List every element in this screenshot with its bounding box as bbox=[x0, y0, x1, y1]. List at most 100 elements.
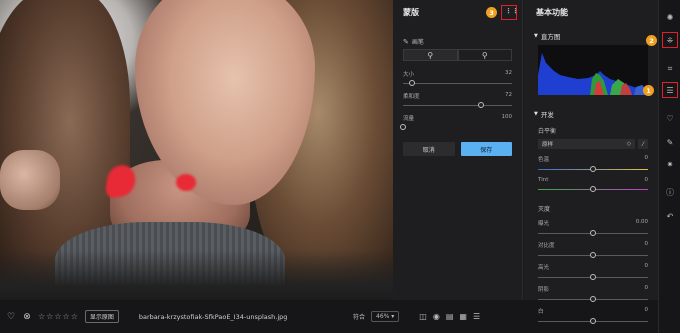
histogram bbox=[538, 45, 648, 95]
flow-slider[interactable]: 流量 100 bbox=[393, 114, 522, 130]
brush-erase-button[interactable]: ⚲ bbox=[457, 49, 512, 61]
mask-panel-title: 蒙版 bbox=[403, 8, 419, 17]
slider-label: 流量 bbox=[403, 116, 415, 122]
slider-value: 0 bbox=[644, 263, 649, 269]
exposure-slider[interactable]: 曝光 0.00 bbox=[524, 219, 658, 236]
white-balance-select[interactable]: 原样 ◇ bbox=[538, 139, 635, 149]
filmstrip-icon[interactable]: ▤ bbox=[446, 312, 454, 321]
photo-canvas[interactable] bbox=[0, 0, 393, 300]
slider-knob[interactable] bbox=[590, 186, 596, 192]
slider-track[interactable] bbox=[538, 166, 648, 172]
save-button[interactable]: 保存 bbox=[460, 142, 512, 156]
crop-icon[interactable]: ⌗ bbox=[664, 63, 676, 75]
slider-label: 高光 bbox=[538, 265, 550, 271]
basic-panel-header: 基本功能 bbox=[524, 0, 658, 25]
show-original-button[interactable]: 显示原图 bbox=[84, 310, 119, 323]
mask-overlay-spot bbox=[106, 180, 120, 198]
callout-2: 2 bbox=[646, 35, 657, 46]
effects-icon[interactable]: ✷ bbox=[664, 158, 676, 170]
bottom-bar: ♡ ⊗ ☆☆☆☆☆ 显示原图 barbara-krzystofiak-SfkPa… bbox=[0, 300, 393, 333]
mask-grid-icon[interactable]: ⋮⋮ bbox=[505, 7, 519, 15]
slider-label: 阴影 bbox=[538, 287, 550, 293]
slider-track[interactable] bbox=[403, 80, 512, 86]
brush-label: 画笔 bbox=[411, 39, 424, 46]
slider-label: 曝光 bbox=[538, 221, 550, 227]
brush-mode-toggle: ⚲ ⚲ bbox=[403, 49, 512, 61]
histogram-section-header[interactable]: ▼ 直方图 bbox=[524, 31, 658, 41]
size-slider[interactable]: 大小 32 bbox=[393, 70, 522, 86]
mask-grid-icon[interactable]: ⁜ bbox=[664, 34, 676, 46]
slider-knob[interactable] bbox=[478, 102, 485, 108]
temperature-slider[interactable]: 色温 0 bbox=[524, 155, 658, 172]
slider-label: 柔和度 bbox=[403, 94, 420, 100]
slider-label: Tint bbox=[538, 177, 549, 183]
eyedropper-icon[interactable]: ⁄ bbox=[638, 139, 648, 149]
contrast-slider[interactable]: 对比度 0 bbox=[524, 241, 658, 258]
star-badge-icon[interactable]: ✺ bbox=[664, 11, 676, 23]
chevron-updown-icon: ◇ bbox=[626, 141, 631, 147]
callout-1: 1 bbox=[643, 85, 654, 96]
slider-track[interactable] bbox=[538, 296, 648, 302]
develop-label: 开发 bbox=[540, 111, 554, 119]
histogram-label: 直方图 bbox=[540, 33, 561, 41]
slider-track[interactable] bbox=[538, 252, 648, 258]
slider-value: 32 bbox=[505, 70, 512, 76]
file-name: barbara-krzystofiak-SfkPaoE_I34-unsplash… bbox=[138, 312, 288, 321]
slider-knob[interactable] bbox=[590, 274, 596, 280]
split-view-icon[interactable]: ◫ bbox=[419, 312, 427, 321]
tint-slider[interactable]: Tint 0 bbox=[524, 177, 658, 192]
slider-knob[interactable] bbox=[590, 318, 596, 324]
slider-knob[interactable] bbox=[590, 166, 596, 172]
slider-track[interactable] bbox=[538, 186, 648, 192]
collapse-arrow-icon: ▼ bbox=[534, 33, 538, 39]
slider-track[interactable] bbox=[538, 274, 648, 280]
brush-icon: ✎ bbox=[403, 37, 409, 46]
sliders-icon[interactable]: ☰ bbox=[664, 84, 676, 96]
reject-icon[interactable]: ⊗ bbox=[22, 312, 32, 322]
slider-track[interactable] bbox=[538, 230, 648, 236]
brush-add-button[interactable]: ⚲ bbox=[403, 49, 458, 61]
slider-knob[interactable] bbox=[590, 296, 596, 302]
heal-icon[interactable]: ♡ bbox=[664, 112, 676, 124]
slider-knob[interactable] bbox=[590, 230, 596, 236]
eye-icon[interactable]: ◉ bbox=[433, 312, 440, 321]
grid-view-icon[interactable]: ▦ bbox=[459, 312, 467, 321]
info-icon[interactable]: ⓘ bbox=[664, 186, 676, 198]
slider-label: 对比度 bbox=[538, 243, 555, 249]
undo-icon[interactable]: ↶ bbox=[664, 210, 676, 222]
right-toolbar: ✺ ⁜ 2 ⌗ ☰ 1 ♡ ✎ ✷ ⓘ ↶ bbox=[643, 0, 680, 333]
list-view-icon[interactable]: ☰ bbox=[473, 312, 480, 321]
feather-slider[interactable]: 柔和度 72 bbox=[393, 92, 522, 108]
mask-action-row: 取消 保存 bbox=[393, 142, 522, 156]
brush-icon[interactable]: ✎ bbox=[664, 136, 676, 148]
basic-panel: 基本功能 ▼ 直方图 ▼ 开发 白平衡 原样 ◇ ⁄ 色温 0 Tint 0 灭度 bbox=[524, 0, 658, 324]
histogram-graph bbox=[538, 53, 648, 95]
exposure-section-label: 灭度 bbox=[538, 206, 551, 213]
mask-panel-header: 蒙版 3 ⋮⋮ bbox=[393, 0, 522, 25]
cancel-button[interactable]: 取消 bbox=[403, 142, 455, 156]
zoom-select[interactable]: 46% ▾ bbox=[371, 311, 400, 322]
slider-label: 色温 bbox=[538, 157, 550, 163]
slider-knob[interactable] bbox=[400, 124, 406, 130]
slider-value: 100 bbox=[501, 114, 513, 120]
white-balance-row: 原样 ◇ ⁄ bbox=[538, 139, 648, 149]
shadows-slider[interactable]: 阴影 0 bbox=[524, 285, 658, 302]
photo-shoulder-shadow bbox=[0, 250, 393, 300]
slider-track[interactable] bbox=[538, 318, 648, 324]
collapse-arrow-icon: ▼ bbox=[534, 111, 538, 117]
basic-panel-title: 基本功能 bbox=[536, 8, 568, 17]
whites-slider[interactable]: 白0 bbox=[524, 307, 658, 324]
slider-value: 0.00 bbox=[635, 219, 648, 225]
brush-row: ✎ 画笔 bbox=[393, 37, 522, 47]
highlights-slider[interactable]: 高光 0 bbox=[524, 263, 658, 280]
slider-track[interactable] bbox=[403, 102, 512, 108]
heart-icon[interactable]: ♡ bbox=[6, 312, 16, 322]
slider-knob[interactable] bbox=[408, 80, 415, 86]
slider-track[interactable] bbox=[400, 124, 512, 130]
callout-3: 3 bbox=[486, 7, 497, 18]
fit-button[interactable]: 符合 bbox=[353, 312, 365, 321]
mask-overlay-spot bbox=[176, 174, 196, 191]
rating-stars[interactable]: ☆☆☆☆☆ bbox=[38, 312, 79, 321]
slider-knob[interactable] bbox=[590, 252, 596, 258]
develop-section-header[interactable]: ▼ 开发 bbox=[524, 109, 658, 119]
